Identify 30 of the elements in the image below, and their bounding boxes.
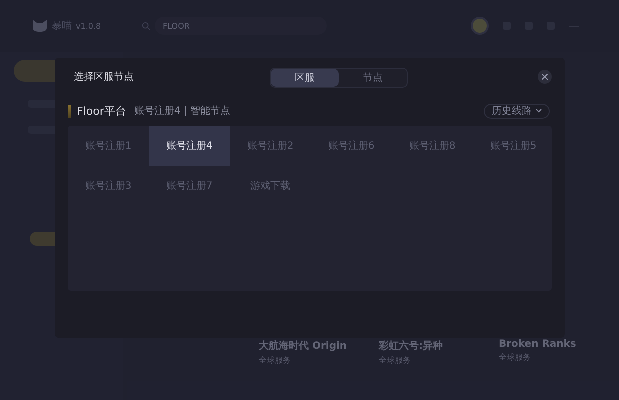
- search-field[interactable]: FLOOR: [155, 17, 327, 35]
- history-button[interactable]: 历史线路: [484, 104, 550, 118]
- region-option[interactable]: 账号注册4: [149, 126, 230, 166]
- current-node-label: 账号注册4 | 智能节点: [134, 104, 230, 118]
- region-option[interactable]: 账号注册8: [392, 126, 473, 166]
- avatar[interactable]: [471, 17, 489, 35]
- game-title: Broken Ranks: [499, 339, 578, 350]
- search-icon: [142, 22, 151, 30]
- region-option[interactable]: 账号注册1: [68, 126, 149, 166]
- game-title: 大航海时代 Origin: [259, 339, 348, 353]
- cat-logo-icon: [32, 19, 48, 33]
- region-option[interactable]: 账号注册2: [230, 126, 311, 166]
- close-icon: [542, 74, 548, 80]
- accent-bar: [68, 104, 71, 118]
- tab[interactable]: 节点: [339, 69, 407, 87]
- region-option[interactable]: 账号注册7: [149, 166, 230, 206]
- dialog-title: 选择区服节点: [73, 70, 134, 84]
- game-subtitle: 全球服务: [379, 355, 412, 366]
- app-version: v1.0.8: [76, 22, 102, 30]
- caret-icon: [536, 109, 542, 113]
- game-subtitle: 全球服务: [259, 355, 292, 366]
- game-subtitle: 全球服务: [499, 352, 532, 363]
- region-option[interactable]: 账号注册6: [311, 126, 392, 166]
- game-title: 彩虹六号:异种: [379, 339, 444, 353]
- region-option[interactable]: 账号注册5: [473, 126, 554, 166]
- region-option[interactable]: 账号注册3: [68, 166, 149, 206]
- close-button[interactable]: [538, 70, 552, 84]
- region-option[interactable]: 游戏下载: [230, 166, 311, 206]
- tab[interactable]: 区服: [271, 69, 339, 87]
- platform-name: Floor平台: [77, 104, 126, 118]
